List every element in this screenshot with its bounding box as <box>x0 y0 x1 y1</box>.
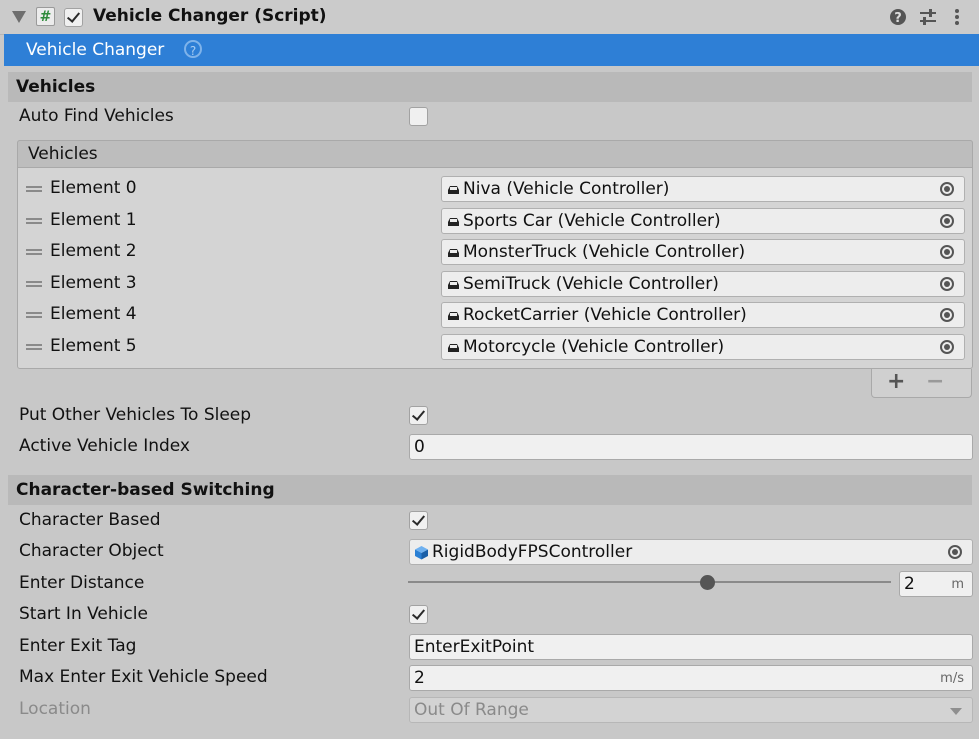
add-element-button[interactable]: + <box>887 369 905 394</box>
vehicle-object-value: MonsterTruck (Vehicle Controller) <box>463 242 746 262</box>
vehicle-object-value: Sports Car (Vehicle Controller) <box>463 211 721 231</box>
enter-distance-value: 2 <box>904 574 915 594</box>
location-value: Out Of Range <box>414 700 529 720</box>
car-icon <box>448 281 459 289</box>
cube-icon <box>415 546 428 560</box>
sleep-label: Put Other Vehicles To Sleep <box>19 405 252 425</box>
vehicle-object-field[interactable]: Sports Car (Vehicle Controller) <box>441 208 965 234</box>
enter-distance-slider-thumb[interactable] <box>700 575 716 590</box>
location-dropdown: Out Of Range <box>409 697 973 723</box>
sleep-checkbox[interactable] <box>409 406 428 425</box>
remove-element-button[interactable]: − <box>926 369 944 394</box>
component-header: # Vehicle Changer (Script) ? <box>0 0 979 35</box>
component-banner: Vehicle Changer ? <box>4 34 979 66</box>
more-options-icon[interactable] <box>947 7 967 27</box>
object-picker-icon[interactable] <box>948 545 962 559</box>
vehicle-object-field[interactable]: Niva (Vehicle Controller) <box>441 176 965 202</box>
car-icon <box>448 249 459 257</box>
vehicle-object-value: SemiTruck (Vehicle Controller) <box>463 274 719 294</box>
drag-handle-icon[interactable] <box>26 312 42 318</box>
character-based-checkbox[interactable] <box>409 511 428 530</box>
object-picker-icon[interactable] <box>940 308 954 322</box>
banner-label: Vehicle Changer <box>26 40 165 60</box>
component-title: Vehicle Changer (Script) <box>93 6 327 26</box>
enter-distance-label: Enter Distance <box>19 573 145 593</box>
character-based-label: Character Based <box>19 510 161 530</box>
character-object-value: RigidBodyFPSController <box>432 542 633 562</box>
enter-exit-tag-label: Enter Exit Tag <box>19 636 137 656</box>
vehicles-list-header: Vehicles <box>17 140 973 168</box>
enter-exit-tag-value: EnterExitPoint <box>414 637 535 657</box>
car-icon <box>448 344 459 352</box>
max-speed-label: Max Enter Exit Vehicle Speed <box>19 667 268 687</box>
component-enabled-checkbox[interactable] <box>64 8 83 27</box>
car-icon <box>448 312 459 320</box>
object-picker-icon[interactable] <box>940 214 954 228</box>
start-in-vehicle-label: Start In Vehicle <box>19 604 148 624</box>
drag-handle-icon[interactable] <box>26 281 42 287</box>
banner-help-icon[interactable]: ? <box>184 40 202 58</box>
help-icon[interactable]: ? <box>888 7 908 27</box>
vehicles-section-header: Vehicles <box>8 72 972 102</box>
object-picker-icon[interactable] <box>940 277 954 291</box>
vehicles-list-title: Vehicles <box>28 144 98 164</box>
active-vehicle-index-value: 0 <box>414 437 425 457</box>
foldout-arrow-icon[interactable] <box>12 11 26 23</box>
element-label: Element 4 <box>50 304 137 324</box>
vehicle-object-field[interactable]: Motorcycle (Vehicle Controller) <box>441 334 965 360</box>
enter-distance-unit: m <box>951 577 964 592</box>
object-picker-icon[interactable] <box>940 182 954 196</box>
object-picker-icon[interactable] <box>940 340 954 354</box>
presets-icon[interactable] <box>918 7 938 27</box>
drag-handle-icon[interactable] <box>26 218 42 224</box>
drag-handle-icon[interactable] <box>26 344 42 350</box>
script-icon: # <box>36 7 55 26</box>
vehicle-object-value: RocketCarrier (Vehicle Controller) <box>463 305 747 325</box>
vehicle-object-value: Niva (Vehicle Controller) <box>463 179 670 199</box>
car-icon <box>448 218 459 226</box>
svg-text:?: ? <box>894 11 902 26</box>
element-label: Element 2 <box>50 241 137 261</box>
active-vehicle-index-label: Active Vehicle Index <box>19 436 190 456</box>
character-object-field[interactable]: RigidBodyFPSController <box>409 539 973 565</box>
vehicle-object-field[interactable]: SemiTruck (Vehicle Controller) <box>441 271 965 297</box>
enter-distance-slider-track[interactable] <box>408 581 891 583</box>
location-label: Location <box>19 699 91 719</box>
auto-find-vehicles-checkbox[interactable] <box>409 107 428 126</box>
enter-exit-tag-field[interactable]: EnterExitPoint <box>409 634 973 660</box>
character-object-label: Character Object <box>19 541 164 561</box>
vehicle-object-field[interactable]: RocketCarrier (Vehicle Controller) <box>441 302 965 328</box>
element-label: Element 3 <box>50 273 137 293</box>
list-add-remove-footer: + − <box>871 369 972 398</box>
element-label: Element 5 <box>50 336 137 356</box>
car-icon <box>448 186 459 194</box>
character-section-title: Character-based Switching <box>16 480 275 500</box>
start-in-vehicle-checkbox[interactable] <box>409 605 428 624</box>
active-vehicle-index-field[interactable]: 0 <box>409 434 973 460</box>
drag-handle-icon[interactable] <box>26 186 42 192</box>
auto-find-vehicles-label: Auto Find Vehicles <box>19 106 174 126</box>
vehicle-object-value: Motorcycle (Vehicle Controller) <box>463 337 725 357</box>
max-speed-unit: m/s <box>940 671 964 686</box>
vehicle-object-field[interactable]: MonsterTruck (Vehicle Controller) <box>441 239 965 265</box>
character-section-header: Character-based Switching <box>8 475 972 505</box>
drag-handle-icon[interactable] <box>26 249 42 255</box>
enter-distance-field[interactable]: 2 m <box>899 571 973 597</box>
vehicles-section-title: Vehicles <box>16 77 96 97</box>
chevron-down-icon <box>950 708 962 715</box>
object-picker-icon[interactable] <box>940 245 954 259</box>
element-label: Element 0 <box>50 178 137 198</box>
max-speed-field[interactable]: 2 m/s <box>409 665 973 691</box>
element-label: Element 1 <box>50 210 137 230</box>
max-speed-value: 2 <box>414 668 425 688</box>
